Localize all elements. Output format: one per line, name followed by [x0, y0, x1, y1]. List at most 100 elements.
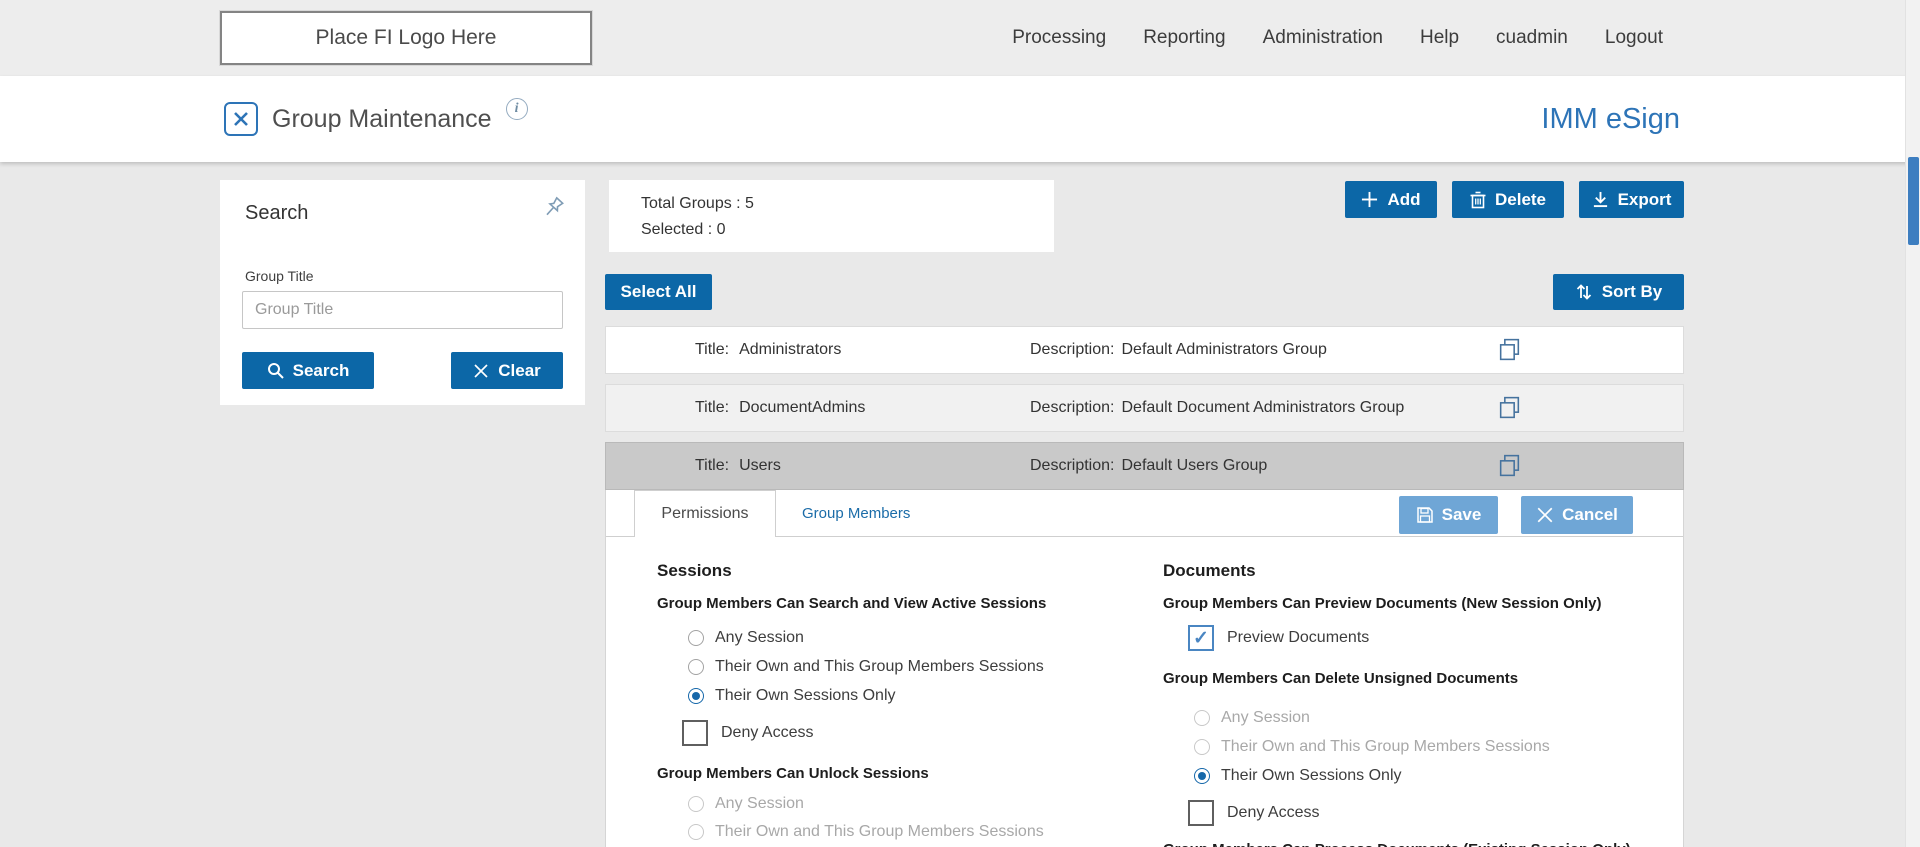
- radio-option-own-only[interactable]: Their Own Sessions Only: [1194, 761, 1643, 790]
- desc-value: Default Document Administrators Group: [1121, 399, 1404, 417]
- deny-access-checkbox-row[interactable]: Deny Access: [1188, 798, 1643, 828]
- top-navigation: Processing Reporting Administration Help…: [1012, 0, 1663, 76]
- plus-icon: [1361, 191, 1378, 208]
- radio-option-own-and-group-disabled[interactable]: Their Own and This Group Members Session…: [1194, 732, 1643, 761]
- add-button[interactable]: Add: [1345, 181, 1437, 218]
- radio-unchecked[interactable]: [688, 630, 704, 646]
- option-label: Deny Access: [1227, 804, 1319, 822]
- radio-option-any-session[interactable]: Any Session: [688, 623, 1102, 652]
- search-panel: Search Group Title Search Clear: [220, 180, 585, 405]
- add-button-label: Add: [1387, 190, 1420, 210]
- clear-button[interactable]: Clear: [451, 352, 563, 389]
- preview-documents-checkbox-row[interactable]: Preview Documents: [1188, 623, 1643, 653]
- row-description: Description: Default Users Group: [1030, 443, 1267, 489]
- sort-arrows-icon: [1575, 283, 1593, 301]
- nav-reporting[interactable]: Reporting: [1143, 27, 1225, 49]
- copy-icon[interactable]: [1496, 394, 1523, 426]
- radio-checked[interactable]: [1194, 768, 1210, 784]
- search-icon: [267, 362, 284, 379]
- perm-label-preview: Group Members Can Preview Documents (New…: [1163, 594, 1643, 614]
- trash-icon: [1470, 191, 1486, 209]
- nav-administration[interactable]: Administration: [1263, 27, 1383, 49]
- vertical-scrollbar[interactable]: [1905, 0, 1920, 847]
- clear-x-icon: [473, 363, 489, 379]
- title-prefix: Title:: [695, 341, 729, 359]
- radio-option-own-and-group[interactable]: Their Own and This Group Members Session…: [688, 652, 1102, 681]
- tab-group-members[interactable]: Group Members: [776, 490, 936, 537]
- perm-label-search-view: Group Members Can Search and View Active…: [657, 594, 1102, 614]
- fi-logo-placeholder: Place FI Logo Here: [220, 11, 592, 65]
- radio-option-any-session-disabled[interactable]: Any Session: [688, 790, 1102, 818]
- save-button-label: Save: [1442, 505, 1482, 525]
- radio-disabled[interactable]: [688, 824, 704, 840]
- radio-disabled[interactable]: [1194, 710, 1210, 726]
- export-button-label: Export: [1618, 190, 1672, 210]
- group-row-administrators[interactable]: Title: Administrators Description: Defau…: [605, 326, 1684, 374]
- title-value: Users: [739, 457, 781, 475]
- x-glyph: [232, 110, 250, 128]
- nav-help[interactable]: Help: [1420, 27, 1459, 49]
- delete-button[interactable]: Delete: [1452, 181, 1564, 218]
- cancel-button[interactable]: Cancel: [1521, 496, 1633, 534]
- groups-summary: Total Groups : 5 Selected : 0: [609, 180, 1054, 252]
- select-all-label: Select All: [621, 282, 697, 302]
- option-label: Deny Access: [721, 724, 813, 742]
- radio-disabled[interactable]: [688, 796, 704, 812]
- desc-value: Default Administrators Group: [1121, 341, 1326, 359]
- sort-by-button[interactable]: Sort By: [1553, 274, 1684, 310]
- row-title: Title: Users: [695, 443, 781, 489]
- search-button[interactable]: Search: [242, 352, 374, 389]
- tab-group-members-label: Group Members: [802, 505, 910, 522]
- fi-logo-text: Place FI Logo Here: [316, 26, 497, 50]
- scrollbar-thumb[interactable]: [1908, 157, 1919, 245]
- radio-option-own-and-group-disabled[interactable]: Their Own and This Group Members Session…: [688, 818, 1102, 846]
- radio-option-any-session-disabled[interactable]: Any Session: [1194, 703, 1643, 732]
- perm-label-unlock: Group Members Can Unlock Sessions: [657, 764, 1102, 784]
- nav-logout[interactable]: Logout: [1605, 27, 1663, 49]
- nav-user-cuadmin[interactable]: cuadmin: [1496, 27, 1568, 49]
- radio-unchecked[interactable]: [688, 659, 704, 675]
- group-row-documentadmins[interactable]: Title: DocumentAdmins Description: Defau…: [605, 384, 1684, 432]
- perm-label-process-documents: Group Members Can Process Documents (Exi…: [1163, 840, 1643, 847]
- row-description: Description: Default Administrators Grou…: [1030, 327, 1327, 373]
- info-icon[interactable]: i: [506, 98, 528, 120]
- deny-access-checkbox-row[interactable]: Deny Access: [682, 718, 1102, 748]
- toolbar-actions: Add Delete Export: [1345, 181, 1684, 218]
- checkbox-checked[interactable]: [1188, 625, 1214, 651]
- top-bar: Place FI Logo Here Processing Reporting …: [0, 0, 1920, 76]
- radio-checked[interactable]: [688, 688, 704, 704]
- desc-prefix: Description:: [1030, 341, 1114, 359]
- row-title: Title: DocumentAdmins: [695, 385, 865, 431]
- export-button[interactable]: Export: [1579, 181, 1684, 218]
- row-title: Title: Administrators: [695, 327, 841, 373]
- brand-imm-esign: IMM eSign: [1541, 76, 1680, 162]
- checkbox-unchecked[interactable]: [682, 720, 708, 746]
- group-maintenance-icon: [224, 102, 258, 136]
- sort-by-label: Sort By: [1602, 282, 1662, 302]
- option-label: Their Own and This Group Members Session…: [715, 823, 1044, 841]
- search-button-label: Search: [293, 361, 350, 381]
- nav-processing[interactable]: Processing: [1012, 27, 1106, 49]
- documents-heading: Documents: [1163, 560, 1643, 582]
- group-row-users-selected[interactable]: Title: Users Description: Default Users …: [605, 442, 1684, 490]
- title-prefix: Title:: [695, 457, 729, 475]
- copy-icon[interactable]: [1496, 336, 1523, 368]
- tab-permissions-label: Permissions: [661, 505, 748, 523]
- checkbox-unchecked[interactable]: [1188, 800, 1214, 826]
- radio-option-own-only[interactable]: Their Own Sessions Only: [688, 681, 1102, 710]
- desc-value: Default Users Group: [1121, 457, 1267, 475]
- select-all-button[interactable]: Select All: [605, 274, 712, 310]
- radio-disabled[interactable]: [1194, 739, 1210, 755]
- page-header: Group Maintenance i IMM eSign: [0, 76, 1920, 162]
- save-floppy-icon: [1416, 506, 1434, 524]
- option-label: Their Own and This Group Members Session…: [1221, 738, 1550, 756]
- pin-icon[interactable]: [539, 194, 567, 227]
- group-title-input[interactable]: [242, 291, 563, 329]
- copy-icon[interactable]: [1496, 452, 1523, 484]
- row-description: Description: Default Document Administra…: [1030, 385, 1404, 431]
- save-button[interactable]: Save: [1399, 496, 1498, 534]
- search-panel-title: Search: [245, 202, 308, 225]
- download-icon: [1592, 191, 1609, 208]
- delete-button-label: Delete: [1495, 190, 1546, 210]
- tab-permissions[interactable]: Permissions: [634, 490, 776, 537]
